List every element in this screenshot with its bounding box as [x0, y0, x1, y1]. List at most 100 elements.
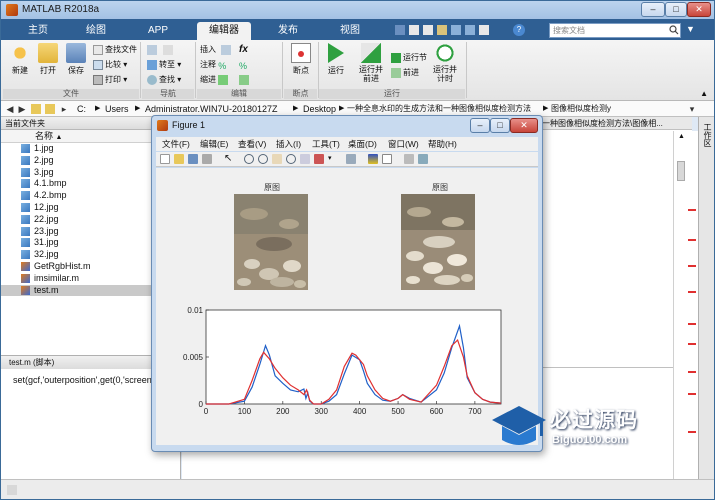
comment-button[interactable]: 注释 %: [200, 59, 228, 71]
compare-button[interactable]: 比较 ▾: [93, 59, 127, 71]
menu-file[interactable]: 文件(F): [162, 137, 190, 151]
run-advance-button[interactable]: 运行并 前进: [355, 43, 387, 83]
menu-edit[interactable]: 编辑(E): [200, 137, 228, 151]
warning-marker[interactable]: [688, 239, 696, 241]
insert-button[interactable]: 插入: [200, 44, 233, 56]
figure-minimize-button[interactable]: –: [470, 118, 490, 133]
open-file-icon[interactable]: [174, 154, 184, 164]
advance-button[interactable]: 前进: [391, 67, 419, 79]
folder-up-icon[interactable]: [31, 104, 41, 114]
workspace-panel-collapsed[interactable]: 工作区: [698, 117, 714, 479]
help-quick-icon[interactable]: ?: [513, 24, 525, 36]
new-button[interactable]: 新建: [7, 43, 33, 76]
close-button[interactable]: ✕: [687, 2, 711, 17]
link-plot-icon[interactable]: [346, 154, 356, 164]
brush-dropdown-icon[interactable]: ▾: [328, 154, 338, 164]
minimize-button[interactable]: –: [641, 2, 665, 17]
path-expand-icon[interactable]: ▾: [687, 104, 697, 114]
find-button[interactable]: 查找 ▾: [147, 74, 181, 86]
tab-publish[interactable]: 发布: [269, 22, 307, 40]
warning-marker[interactable]: [688, 323, 696, 325]
nav-forward-button[interactable]: [163, 44, 175, 56]
path-part[interactable]: C:: [77, 101, 86, 117]
save-button[interactable]: 保存: [63, 43, 89, 76]
warning-marker[interactable]: [688, 265, 696, 267]
forward-arrow-icon[interactable]: ▶: [17, 104, 27, 114]
data-cursor-icon[interactable]: [300, 154, 310, 164]
switch-window-quick-icon[interactable]: [479, 25, 489, 35]
tab-view[interactable]: 视图: [331, 22, 369, 40]
warning-marker[interactable]: [688, 431, 696, 433]
tab-home[interactable]: 主页: [19, 22, 57, 40]
menu-tools[interactable]: 工具(T): [312, 137, 340, 151]
workspace-label: 工作区: [703, 123, 712, 147]
insert-colorbar-icon[interactable]: [368, 154, 378, 164]
print-button[interactable]: 打印 ▾: [93, 74, 127, 86]
zoom-in-icon[interactable]: [244, 154, 254, 164]
open-button[interactable]: 打开: [35, 43, 61, 76]
tab-plots[interactable]: 绘图: [77, 22, 115, 40]
rotate-3d-icon[interactable]: [286, 154, 296, 164]
search-icon[interactable]: [669, 25, 679, 35]
figure-close-button[interactable]: ✕: [510, 118, 538, 133]
run-section-button[interactable]: 运行节: [391, 52, 427, 64]
maximize-button[interactable]: □: [665, 2, 687, 17]
undo-quick-icon[interactable]: [451, 25, 461, 35]
insert-legend-icon[interactable]: [382, 154, 392, 164]
ribbon-collapse-icon[interactable]: ▲: [700, 89, 708, 98]
figure-maximize-button[interactable]: □: [490, 118, 510, 133]
goto-button[interactable]: 转至 ▾: [147, 59, 181, 71]
menu-help[interactable]: 帮助(H): [428, 137, 457, 151]
save-figure-icon[interactable]: [188, 154, 198, 164]
cut-quick-icon[interactable]: [409, 25, 419, 35]
comment-toggle-button[interactable]: %: [239, 59, 249, 71]
back-arrow-icon[interactable]: ◀: [5, 104, 15, 114]
save-quick-icon[interactable]: [395, 25, 405, 35]
copy-quick-icon[interactable]: [423, 25, 433, 35]
show-plot-tools-icon[interactable]: [418, 154, 428, 164]
hide-plot-tools-icon[interactable]: [404, 154, 414, 164]
tab-apps[interactable]: APP: [139, 22, 177, 40]
path-part[interactable]: 图像相似度检测y: [551, 101, 611, 117]
indent-button[interactable]: 缩进: [200, 74, 230, 86]
menu-desktop[interactable]: 桌面(D): [348, 137, 377, 151]
scroll-up-icon[interactable]: ▲: [678, 133, 686, 141]
run-time-button[interactable]: 运行并 计时: [429, 43, 461, 83]
figure-logo-icon: [157, 120, 168, 131]
warning-marker[interactable]: [688, 291, 696, 293]
edit-plot-arrow-icon[interactable]: ↖: [224, 154, 234, 164]
pan-hand-icon[interactable]: [272, 154, 282, 164]
warning-marker[interactable]: [688, 393, 696, 395]
path-part[interactable]: Users: [105, 101, 129, 117]
zoom-out-icon[interactable]: [258, 154, 268, 164]
menu-view[interactable]: 查看(V): [238, 137, 266, 151]
search-input[interactable]: 搜索文档: [549, 23, 681, 38]
nav-back-button[interactable]: [147, 44, 159, 56]
warning-marker[interactable]: [688, 371, 696, 373]
redo-quick-icon[interactable]: [465, 25, 475, 35]
menu-window[interactable]: 窗口(W): [388, 137, 419, 151]
run-button[interactable]: 运行: [323, 43, 349, 76]
paste-quick-icon[interactable]: [437, 25, 447, 35]
window-title: MATLAB R2018a: [22, 4, 100, 15]
find-files-button[interactable]: 查找文件: [93, 44, 137, 56]
function-button[interactable]: fx: [239, 44, 248, 56]
warning-marker[interactable]: [688, 343, 696, 345]
filter-icon[interactable]: ▼: [686, 24, 696, 34]
file-name: GetRgbHist.m: [34, 260, 91, 271]
browse-folder-icon[interactable]: [45, 104, 55, 114]
x-tick-label: 400: [353, 407, 367, 416]
tab-editor[interactable]: 编辑器: [197, 22, 251, 40]
print-figure-icon[interactable]: [202, 154, 212, 164]
breakpoints-button[interactable]: 断点: [287, 43, 315, 76]
original-image-right: [401, 194, 475, 290]
warning-marker[interactable]: [688, 209, 696, 211]
comment-toggle-icon: %: [239, 60, 248, 71]
new-figure-icon[interactable]: [160, 154, 170, 164]
scrollbar-thumb[interactable]: [677, 161, 685, 181]
insert-section-icon: [221, 44, 232, 55]
brush-icon[interactable]: [314, 154, 324, 164]
path-dropdown-icon[interactable]: ▸: [59, 104, 69, 114]
menu-insert[interactable]: 插入(I): [276, 137, 301, 151]
smart-indent-button[interactable]: [239, 74, 251, 86]
